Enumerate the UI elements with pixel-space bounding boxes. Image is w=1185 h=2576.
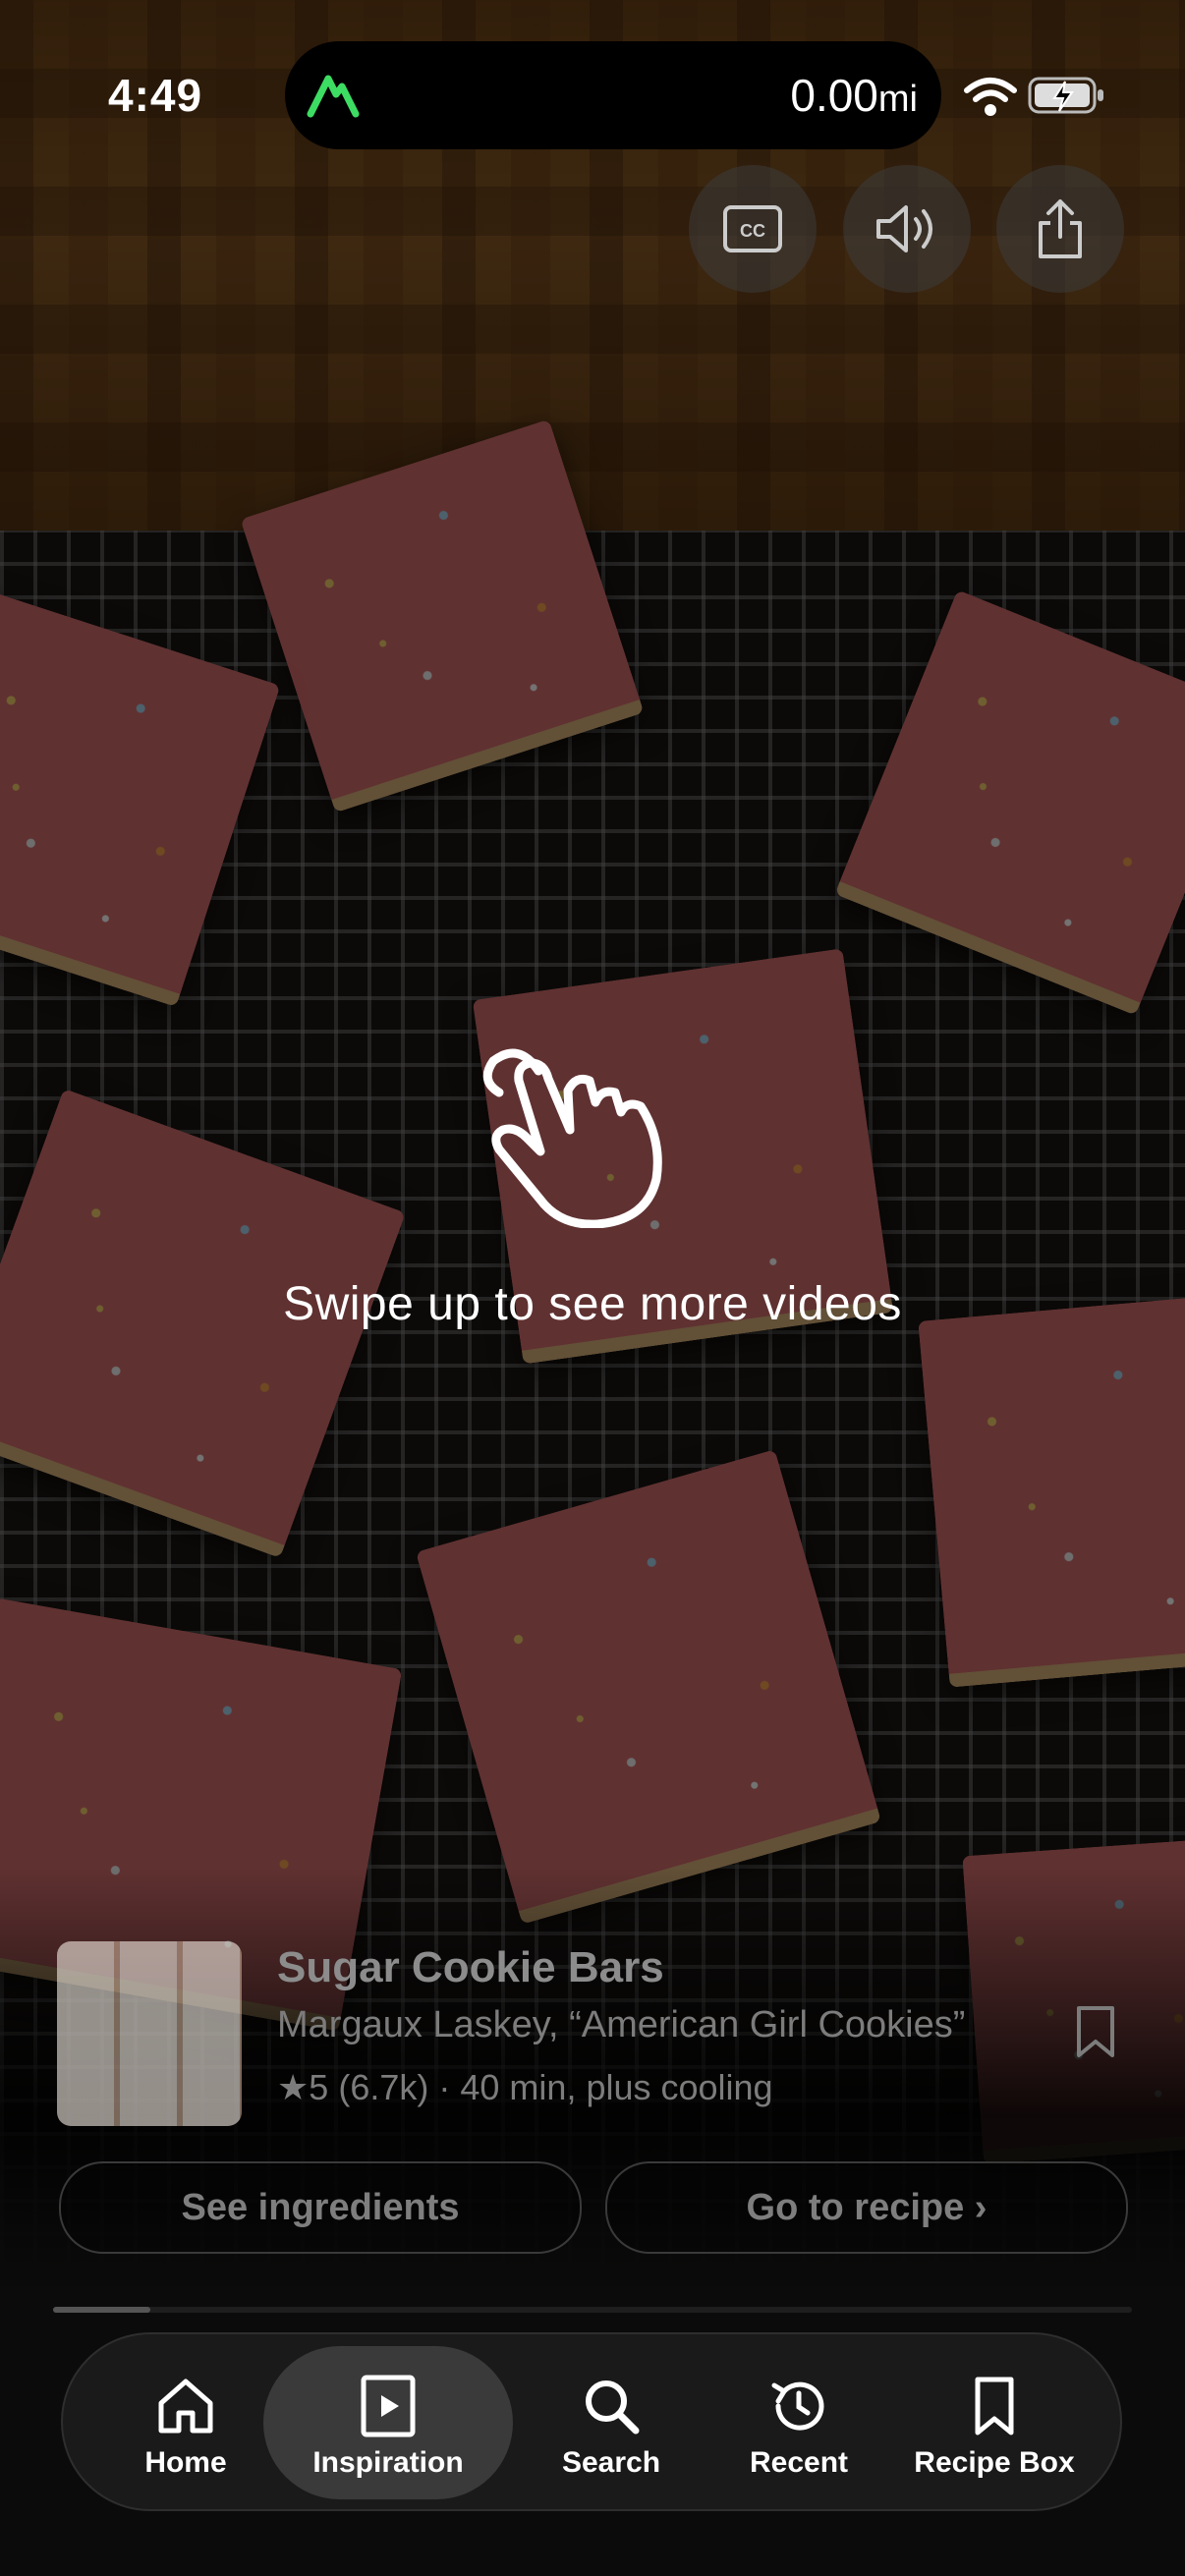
- meta-separator: ·: [438, 2067, 451, 2107]
- tab-label: Search: [561, 2446, 661, 2479]
- tab-label: Inspiration: [312, 2446, 464, 2479]
- tab-label: Recipe Box: [914, 2446, 1075, 2479]
- recipe-meta: ★5 (6.7k) · 40 min, plus cooling: [277, 2067, 773, 2108]
- recipe-title[interactable]: Sugar Cookie Bars: [277, 1943, 664, 1992]
- rating-count: (6.7k): [338, 2067, 429, 2107]
- svg-text:CC: CC: [740, 221, 765, 241]
- cook-time: 40 min, plus cooling: [460, 2067, 773, 2107]
- search-icon: [586, 2380, 640, 2435]
- tab-inspiration[interactable]: Inspiration: [263, 2346, 513, 2499]
- speaker-icon: [876, 205, 932, 252]
- bottom-tab-bar: Home Inspiration Search Recent Recipe Bo…: [61, 2332, 1122, 2511]
- go-to-recipe-button[interactable]: Go to recipe ›: [605, 2161, 1128, 2254]
- video-progress-bar[interactable]: [53, 2307, 1132, 2313]
- status-icons: [963, 71, 1110, 120]
- battery-charging-icon: [1028, 77, 1103, 114]
- distance-unit: mi: [877, 79, 918, 120]
- distance-value: 0.00: [790, 70, 878, 121]
- tab-search[interactable]: Search: [533, 2346, 690, 2499]
- swipe-hint-text: Swipe up to see more videos: [283, 1278, 902, 1330]
- save-bookmark-icon[interactable]: [1073, 2004, 1118, 2059]
- status-time: 4:49: [108, 70, 203, 121]
- wifi-icon: [964, 78, 1017, 116]
- share-icon: [1039, 199, 1082, 258]
- recipe-author: Margaux Laskey, “American Girl Cookies”: [277, 2004, 966, 2045]
- home-icon: [158, 2379, 213, 2434]
- recipe-thumbnail[interactable]: [57, 1941, 242, 2126]
- distance-readout: 0.00mi: [790, 69, 918, 122]
- tap-hand-icon: [482, 1048, 662, 1228]
- tab-home[interactable]: Home: [83, 2346, 289, 2499]
- bookmark-icon: [975, 2377, 1014, 2436]
- video-progress-fill: [53, 2307, 150, 2313]
- tab-recipe-box[interactable]: Recipe Box: [886, 2346, 1102, 2499]
- closed-captions-icon: CC: [723, 205, 782, 252]
- rating-value: 5: [309, 2067, 329, 2107]
- rating-star-icon: ★: [277, 2067, 310, 2107]
- tab-label: Recent: [749, 2446, 849, 2479]
- history-icon: [771, 2381, 824, 2431]
- dynamic-island-activity[interactable]: 0.00mi: [285, 41, 941, 149]
- tab-label: Home: [144, 2446, 227, 2479]
- tab-recent[interactable]: Recent: [715, 2346, 882, 2499]
- play-square-icon: [361, 2375, 416, 2437]
- sound-toggle-button[interactable]: [843, 165, 971, 293]
- see-ingredients-button[interactable]: See ingredients: [59, 2161, 582, 2254]
- share-button[interactable]: [996, 165, 1124, 293]
- video-feed-screen: 4:49 0.00mi CC Swipe up to see more vide…: [0, 0, 1185, 2576]
- mountain-logo-icon: [307, 75, 360, 118]
- closed-captions-button[interactable]: CC: [689, 165, 817, 293]
